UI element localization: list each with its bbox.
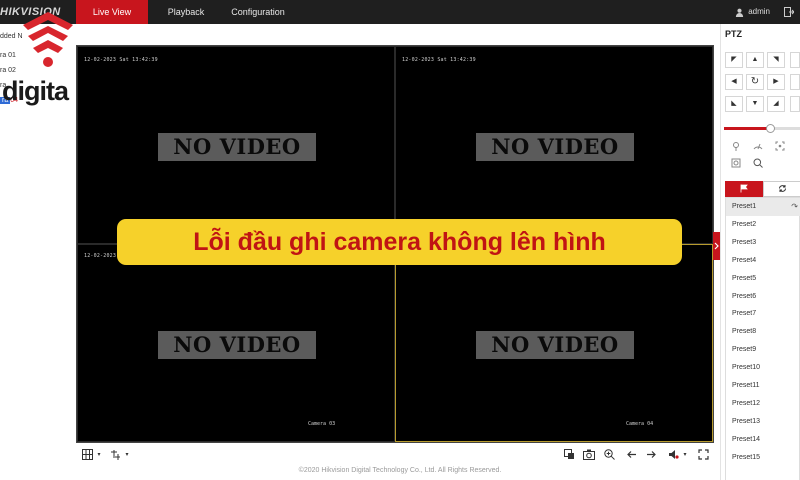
- logout-icon[interactable]: [784, 7, 794, 17]
- camera-name-label: Camera 03: [308, 421, 336, 427]
- preset-item[interactable]: Preset10: [726, 359, 800, 377]
- camera-name-label: Camera 04: [626, 421, 654, 427]
- preset-item[interactable]: Preset2: [726, 216, 800, 234]
- tab-patrol[interactable]: [763, 181, 800, 197]
- preset-item[interactable]: Preset15: [726, 449, 800, 467]
- preset-item[interactable]: Preset12: [726, 395, 800, 413]
- ptz-focus-button[interactable]: [790, 96, 800, 112]
- osd-timestamp: 12-02-2023: [84, 253, 117, 259]
- ptz-zoom-out-button[interactable]: [790, 74, 800, 90]
- ptz-tabs: [725, 181, 800, 197]
- preset-item[interactable]: Preset7: [726, 305, 800, 323]
- ptz-down-right-button[interactable]: ◢: [767, 96, 785, 112]
- preset-item[interactable]: Preset14: [726, 431, 800, 449]
- digita-logo-icon: [23, 12, 73, 67]
- video-pane-3[interactable]: 12-02-2023 NO VIDEO Camera 03: [77, 244, 395, 442]
- no-video-label: NO VIDEO: [476, 133, 634, 161]
- call-preset-icon[interactable]: ↷: [791, 198, 798, 216]
- video-pane-4[interactable]: NO VIDEO Camera 04: [395, 244, 713, 442]
- ptz-zoom-in-button[interactable]: [790, 52, 800, 68]
- no-video-label: NO VIDEO: [158, 331, 316, 359]
- osd-timestamp: 12-02-2023 Sat 13:42:39: [402, 57, 476, 63]
- copyright-footer: ©2020 Hikvision Digital Technology Co., …: [298, 467, 502, 474]
- ptz-up-button[interactable]: ▲: [746, 52, 764, 68]
- stop-all-live-icon[interactable]: [563, 448, 575, 460]
- ptz-left-button[interactable]: ◀: [725, 74, 743, 90]
- preset-item[interactable]: Preset5: [726, 270, 800, 288]
- slider-knob[interactable]: [765, 124, 775, 133]
- fullscreen-icon[interactable]: [697, 448, 709, 460]
- lens-init-icon[interactable]: [728, 158, 744, 172]
- wiper-icon[interactable]: [750, 141, 766, 155]
- preset-item[interactable]: Preset3: [726, 234, 800, 252]
- no-video-label: NO VIDEO: [476, 331, 634, 359]
- stream-type-icon[interactable]: [109, 448, 121, 460]
- ptz-down-button[interactable]: ▼: [746, 96, 764, 112]
- preset-item[interactable]: Preset13: [726, 413, 800, 431]
- video-pane-1[interactable]: 12-02-2023 Sat 13:42:39 NO VIDEO: [77, 46, 395, 244]
- tab-playback[interactable]: Playback: [158, 0, 214, 24]
- preset-item[interactable]: Preset4: [726, 252, 800, 270]
- preset-item[interactable]: Preset6: [726, 288, 800, 306]
- tab-configuration[interactable]: Configuration: [222, 0, 294, 24]
- osd-timestamp: 12-02-2023 Sat 13:42:39: [84, 57, 158, 63]
- auto-focus-icon[interactable]: [772, 141, 788, 155]
- ptz-speed-slider[interactable]: [724, 124, 800, 133]
- slider-fill: [724, 127, 770, 130]
- app-window: HIKVISION Live View Playback Configurati…: [0, 0, 800, 480]
- user-menu[interactable]: admin: [735, 0, 770, 24]
- ptz-down-left-button[interactable]: ◣: [725, 96, 743, 112]
- ptz-up-right-button[interactable]: ◥: [767, 52, 785, 68]
- flag-icon: [740, 184, 748, 193]
- arrow-left-icon[interactable]: [625, 448, 637, 460]
- ptz-up-left-button[interactable]: ◤: [725, 52, 743, 68]
- preset-item[interactable]: Preset11: [726, 377, 800, 395]
- chevron-down-icon[interactable]: ▾: [679, 448, 691, 460]
- live-view-toolbar: ▾ ▾ ▾: [76, 443, 714, 465]
- patrol-icon: [778, 185, 786, 192]
- user-icon: [736, 8, 744, 17]
- preset-list: Preset1 ↷ Preset2 Preset3 Preset4 Preset5 Pres…: [725, 197, 800, 480]
- preset-item[interactable]: Preset1 ↷: [726, 198, 800, 216]
- chevron-down-icon[interactable]: ▾: [121, 448, 133, 460]
- ptz-auto-button[interactable]: ↻: [746, 74, 764, 90]
- top-nav-bar: HIKVISION Live View Playback Configurati…: [0, 0, 800, 24]
- title-banner: Lỗi đầu ghi camera không lên hình: [117, 219, 682, 265]
- digita-logo-text: digita: [2, 76, 69, 106]
- no-video-label: NO VIDEO: [158, 133, 316, 161]
- ptz-right-button[interactable]: ▶: [767, 74, 785, 90]
- chevron-down-icon[interactable]: ▾: [93, 448, 105, 460]
- arrow-right-icon[interactable]: [645, 448, 657, 460]
- 3d-zoom-icon[interactable]: [750, 158, 766, 172]
- digital-zoom-icon[interactable]: [603, 448, 615, 460]
- capture-icon[interactable]: [583, 448, 595, 460]
- video-pane-2[interactable]: 12-02-2023 Sat 13:42:39 NO VIDEO: [395, 46, 713, 244]
- username: admin: [748, 7, 770, 16]
- preset-item[interactable]: Preset8: [726, 323, 800, 341]
- preset-item[interactable]: Preset9: [726, 341, 800, 359]
- light-icon[interactable]: [728, 141, 744, 155]
- ptz-title: PTZ: [725, 29, 742, 39]
- window-layout-icon[interactable]: [81, 448, 93, 460]
- speaker-icon[interactable]: [667, 448, 679, 460]
- tab-preset[interactable]: [725, 181, 763, 197]
